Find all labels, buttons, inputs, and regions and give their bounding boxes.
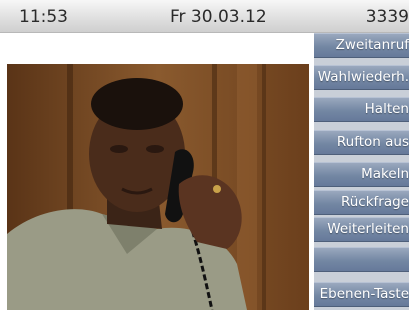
softkey-rufton-aus[interactable]: Rufton aus: [314, 130, 409, 155]
softkey-label: Halten: [364, 101, 409, 117]
softkey-rueckfrage[interactable]: Rückfrage: [314, 190, 409, 215]
clock-time: 11:53: [19, 7, 68, 27]
caller-photo: [7, 64, 309, 310]
softkey-label: Weiterleiten: [327, 221, 409, 237]
softkey-weiterleiten[interactable]: Weiterleiten: [314, 217, 409, 242]
softkey-empty[interactable]: [314, 247, 409, 272]
extension-number: 3339: [365, 7, 409, 27]
softkey-label: Zweitanruf: [335, 37, 409, 53]
softkey-wahlwiederholung[interactable]: Wahlwiederh.: [314, 65, 409, 90]
softkey-label: Makeln: [361, 166, 409, 182]
softkey-makeln[interactable]: Makeln: [314, 162, 409, 187]
softkey-label: Rufton aus: [336, 134, 409, 150]
caller-photo-image: [7, 64, 309, 310]
softkey-label: Ebenen-Taste: [319, 286, 409, 302]
status-bar: 11:53 Fr 30.03.12 3339: [0, 0, 409, 33]
softkey-label: Wahlwiederh.: [317, 69, 409, 85]
softkey-zweitanruf[interactable]: Zweitanruf: [314, 33, 409, 58]
softkey-panel: Zweitanruf Wahlwiederh. Halten Rufton au…: [314, 33, 409, 310]
softkey-halten[interactable]: Halten: [314, 97, 409, 122]
softkey-ebenen-taste[interactable]: Ebenen-Taste: [314, 282, 409, 307]
date-display: Fr 30.03.12: [170, 7, 267, 27]
softkey-label: Rückfrage: [340, 194, 409, 210]
